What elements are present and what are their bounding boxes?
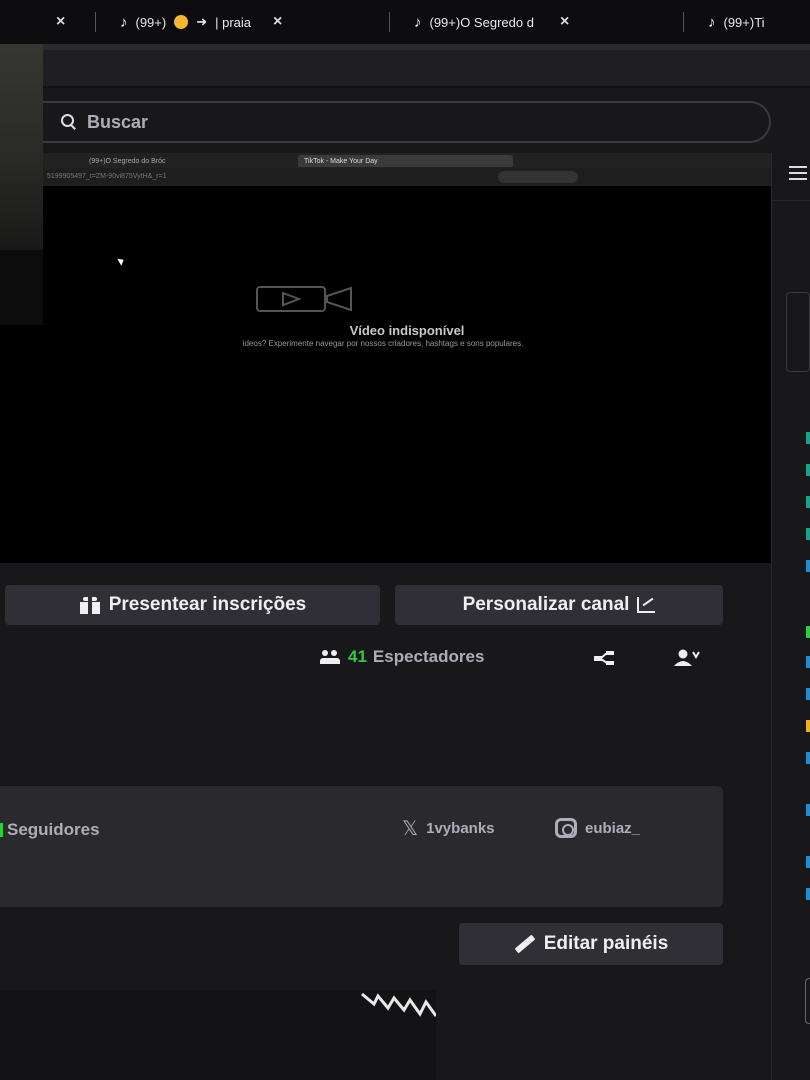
edit-panels-button[interactable]: Editar painéis [459,923,723,965]
gift-subs-label: Presentear inscrições [108,594,307,615]
arrow-icon: ➜ [196,14,208,29]
pencil-icon [514,934,536,954]
video-unavailable-icon [256,286,352,312]
captured-url-bar: 5199905497_t=ZM-90vi875VytH&_r=1 [43,168,771,186]
chat-badge [806,752,810,764]
viewers-icon [320,650,342,664]
browser-tab-1[interactable]: ♪ (99+) ➜ | praia × [120,0,282,44]
instagram-icon [555,818,577,838]
emoji-icon [174,15,189,29]
customize-channel-label: Personalizar canal [462,594,630,615]
tab-title: (99+)O Segredo d [429,14,534,30]
video-unavailable-subtitle: ideos? Experimente navegar por nossos cr… [242,339,524,348]
chat-badge [806,560,810,572]
tab-close-button[interactable]: × [56,0,65,44]
viewer-count-label: Espectadores [372,647,485,666]
instagram-handle: eubiaz_ [585,819,641,837]
tab-separator [683,12,684,32]
chat-badge [806,626,810,638]
gift-subs-button[interactable]: Presentear inscrições [5,585,380,625]
tab-title: (99+)Ti [723,14,765,30]
browser-tab-strip: × ♪ (99+) ➜ | praia × ♪ (99+)O Segredo d… [0,0,810,44]
search-icon [61,114,77,130]
close-icon[interactable]: × [273,13,282,31]
tab-title-extra: | praia [215,14,252,30]
viewer-count-number: 41 [348,647,367,666]
browser-toolbar [43,44,810,88]
twitter-link[interactable]: 𝕏 1vybanks [402,816,495,840]
search-bar[interactable] [43,101,771,143]
chat-input-edge[interactable] [805,978,810,1024]
webcam-shadow [0,250,43,330]
chat-divider [771,200,810,201]
menu-icon[interactable] [789,166,807,180]
captured-url: 5199905497_t=ZM-90vi875VytH&_r=1 [47,173,167,180]
chat-badge [806,528,810,540]
viewer-count: 41 Espectadores [320,645,484,669]
chat-badge [806,888,810,900]
captured-browser-tabs: (99+)O Segredo do Bróc TikTok - Make You… [43,153,771,168]
captured-tab-active: TikTok - Make Your Day [298,155,513,167]
tab-separator [389,12,390,32]
browser-tab-2[interactable]: ♪ (99+)O Segredo d × [414,0,569,44]
chat-badge [806,720,810,732]
tiktok-icon: ♪ [120,13,128,31]
player-left-edge [0,325,43,563]
video-unavailable-title: Vídeo indisponível [349,323,465,338]
twitter-handle: 1vybanks [426,819,495,837]
video-player[interactable]: (99+)O Segredo do Bróc TikTok - Make You… [43,153,771,563]
channel-panel-image[interactable] [0,990,436,1080]
chat-badge [806,688,810,700]
browser-tab-3[interactable]: ♪ (99+)Ti [708,0,765,44]
chat-badge [806,856,810,868]
analytics-icon [637,597,656,613]
captured-url-pill [498,171,578,183]
chat-badge [806,432,810,444]
user-settings-icon[interactable] [674,649,700,667]
close-icon[interactable]: × [560,13,569,31]
tab-title: (99+) [135,14,167,30]
search-input[interactable] [87,111,687,133]
chat-badge [806,656,810,668]
chat-badge [806,804,810,816]
toolbar-stripe [43,44,810,50]
gift-icon [79,596,101,614]
customize-channel-button[interactable]: Personalizar canal [395,585,723,625]
about-panel [0,786,723,907]
followers-indicator [0,823,3,837]
chat-badge [806,496,810,508]
mouse-cursor-icon [117,256,126,266]
captured-tab: (99+)O Segredo do Bróc [89,157,166,165]
instagram-link[interactable]: eubiaz_ [555,816,640,840]
chat-pinned-card [786,292,810,372]
x-icon: 𝕏 [402,817,419,840]
tab-separator [95,12,96,32]
tiktok-icon: ♪ [708,13,716,31]
followers-label: Seguidores [7,820,100,839]
chat-badge [806,464,810,476]
edit-panels-label: Editar painéis [543,933,669,954]
share-icon[interactable] [592,650,616,666]
panel-artwork [361,992,436,1017]
followers-count: Seguidores [0,820,100,840]
tiktok-icon: ♪ [414,13,422,31]
